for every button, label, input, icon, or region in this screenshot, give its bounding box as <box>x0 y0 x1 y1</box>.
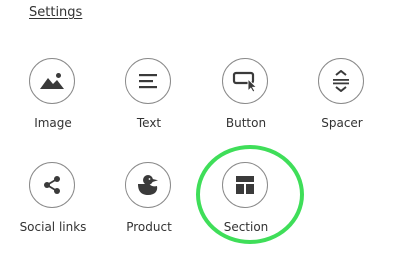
block-label: Spacer <box>321 116 363 130</box>
block-section[interactable]: Section <box>206 162 286 250</box>
text-icon <box>125 58 171 104</box>
section-layout-icon <box>222 162 268 208</box>
block-button[interactable]: Button <box>206 58 286 146</box>
block-spacer[interactable]: Spacer <box>302 58 382 146</box>
image-icon <box>29 58 75 104</box>
block-label: Section <box>223 220 269 234</box>
settings-link[interactable]: Settings <box>29 5 82 20</box>
block-product[interactable]: Product <box>109 162 189 250</box>
block-image[interactable]: Image <box>13 58 93 146</box>
duck-icon <box>125 162 171 208</box>
button-cursor-icon <box>222 58 268 104</box>
block-text[interactable]: Text <box>109 58 189 146</box>
block-social-links[interactable]: Social links <box>13 162 93 250</box>
spacer-icon <box>318 58 364 104</box>
share-icon <box>29 162 75 208</box>
